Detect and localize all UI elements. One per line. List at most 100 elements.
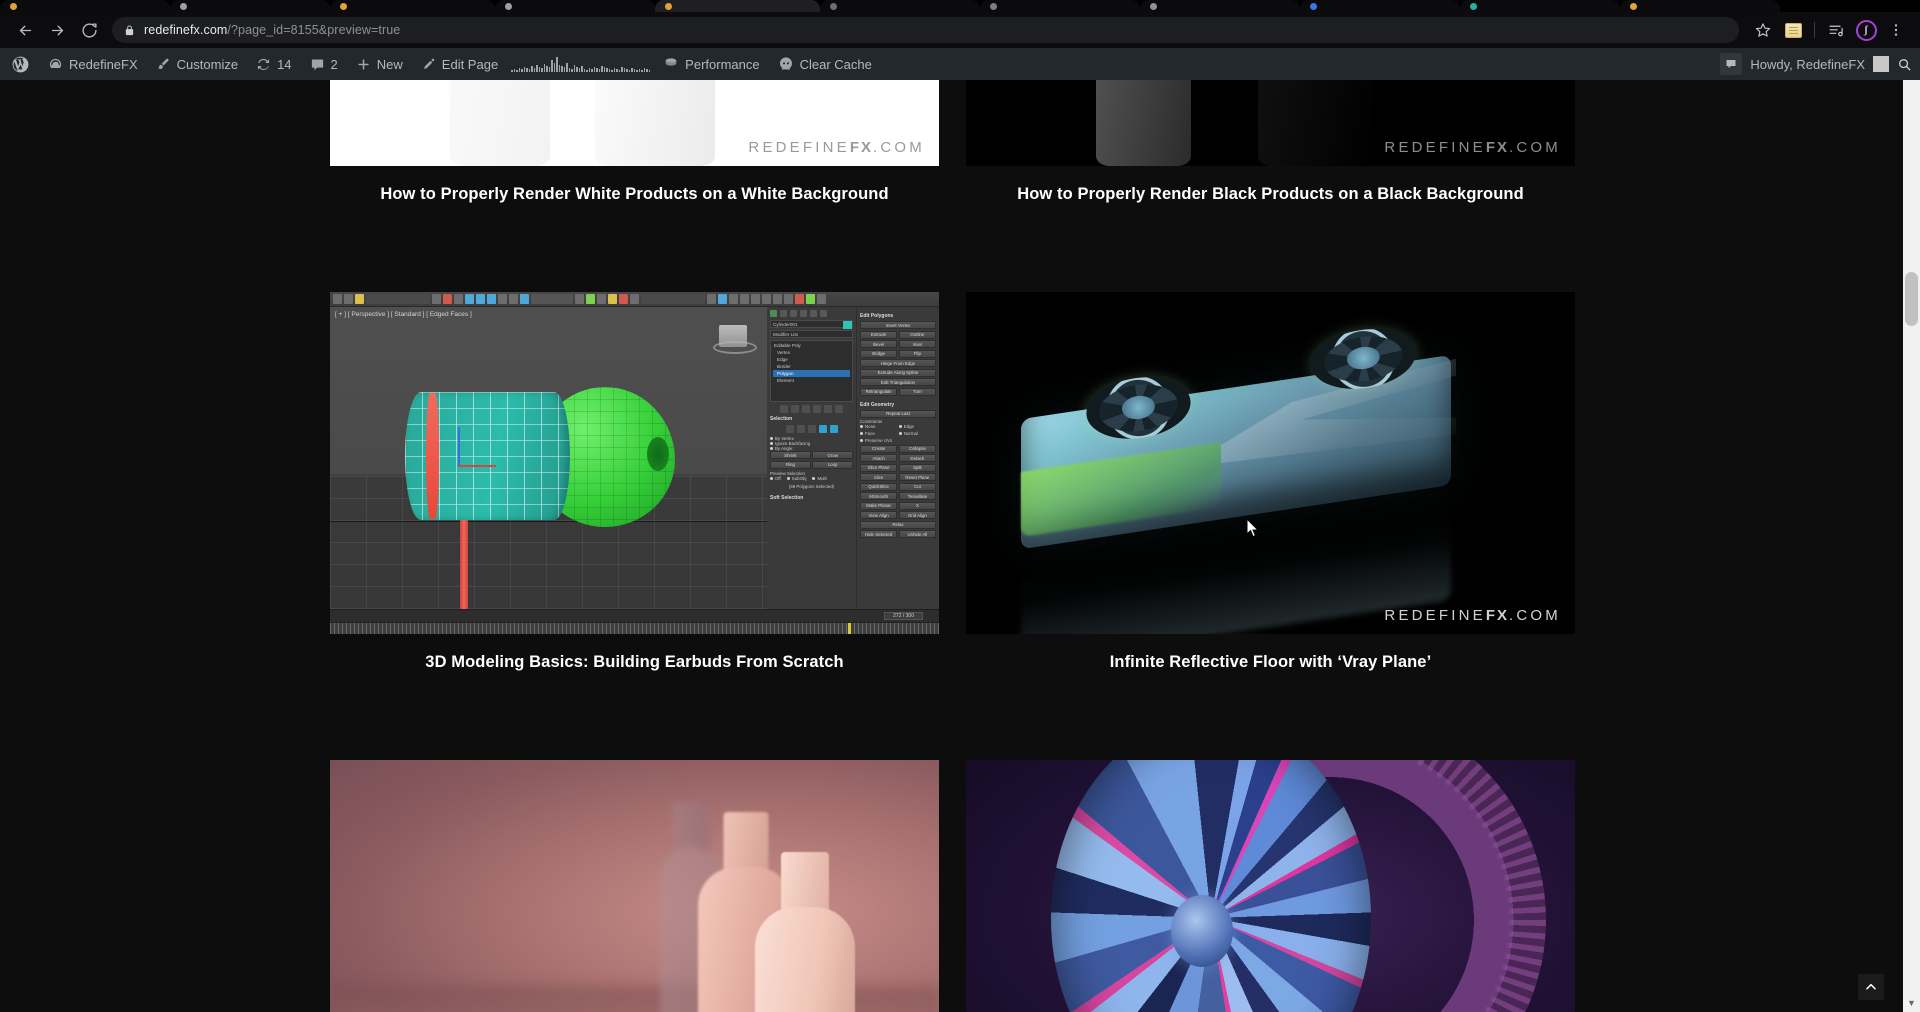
stack-item-selected[interactable]: Polygon <box>773 370 850 377</box>
car-wheel-render-thumbnail[interactable]: REDEFINEFX.COM <box>966 760 1575 1012</box>
edit-geometry-rollout-title[interactable]: Edit Geometry <box>860 402 936 408</box>
browser-tab[interactable] <box>330 0 495 12</box>
browser-tab[interactable] <box>495 0 655 12</box>
browser-tab[interactable] <box>1140 0 1300 12</box>
quickslice-button[interactable]: QuickSlice <box>860 482 898 491</box>
white-product-render-thumbnail[interactable]: REDEFINEFX.COM <box>330 80 939 166</box>
reset-plane-button[interactable]: Reset Plane <box>898 473 936 481</box>
address-bar[interactable]: redefinefx.com/?page_id=8155&preview=tru… <box>112 17 1739 43</box>
edit-panel-column[interactable]: Edit Polygons Insert Vertex Extrude Outl… <box>857 307 939 609</box>
inset-button[interactable]: Inset <box>898 340 936 348</box>
grow-button[interactable]: Grow <box>812 451 853 459</box>
bridge-button[interactable]: Bridge <box>860 349 898 358</box>
collapse-button[interactable]: Collapse <box>898 444 936 453</box>
card-title[interactable]: 3D Modeling Basics: Building Earbuds Fro… <box>330 634 939 672</box>
create-button[interactable]: Create <box>860 444 898 453</box>
gpu-render-thumbnail[interactable]: REDEFINEFX.COM <box>966 292 1575 634</box>
insert-vertex-row[interactable]: Insert Vertex <box>860 321 936 329</box>
stack-tool-icons[interactable] <box>770 405 853 413</box>
edit-polygons-rollout-title[interactable]: Edit Polygons <box>860 313 936 319</box>
relax-row[interactable]: Relax <box>860 520 936 529</box>
browser-tab[interactable] <box>980 0 1140 12</box>
browser-menu-icon[interactable] <box>1882 16 1910 44</box>
current-frame-indicator[interactable]: 272 / 300 <box>884 612 923 620</box>
card-white-products[interactable]: REDEFINEFX.COM How to Properly Render Wh… <box>330 80 939 204</box>
scrollbar-thumb[interactable] <box>1905 272 1918 326</box>
repeat-last-button[interactable]: Repeat Last <box>860 409 936 418</box>
wp-logo-button[interactable] <box>2 48 39 80</box>
constraints-options[interactable]: None Edge Face Normal <box>860 424 936 436</box>
3ds-max-earbud-modeling-thumbnail[interactable]: [ + ] [ Perspective ] [ Standard ] [ Edg… <box>330 292 939 634</box>
selection-rollout-title[interactable]: Selection <box>770 416 853 422</box>
back-button[interactable] <box>10 15 40 45</box>
admin-bar-item-performance[interactable]: Performance <box>654 48 768 80</box>
page-scrollbar[interactable]: ▼ <box>1903 80 1920 1012</box>
edit-geometry-buttons[interactable]: Create Collapse Attach Detach Slice Plan… <box>860 444 936 519</box>
shrink-button[interactable]: Shrink <box>770 451 811 459</box>
max-command-panel[interactable]: Cylinder001 Modifier List Editable Poly … <box>767 307 939 609</box>
card-title[interactable]: How to Properly Render White Products on… <box>330 166 939 204</box>
pink-bottles-render-thumbnail[interactable] <box>330 760 939 1012</box>
card-car-wheel[interactable]: REDEFINEFX.COM <box>966 760 1575 1012</box>
modifier-list-dropdown[interactable]: Modifier List <box>770 330 853 338</box>
bookmark-star-icon[interactable] <box>1749 16 1777 44</box>
card-title[interactable]: How to Properly Render Black Products on… <box>966 166 1575 204</box>
attach-button[interactable]: Attach <box>860 454 898 462</box>
constraint-edge[interactable]: Edge <box>898 424 936 429</box>
admin-bar-item-new-content[interactable]: New <box>347 48 412 80</box>
slice-plane-button[interactable]: Slice Plane <box>860 463 898 472</box>
grid-align-button[interactable]: Grid Align <box>898 511 936 519</box>
browser-tab[interactable] <box>170 0 330 12</box>
extrude-along-spline-button[interactable]: Extrude Along Spline <box>860 368 936 377</box>
query-monitor-sparkline[interactable] <box>507 56 654 72</box>
stack-item[interactable]: Vertex <box>773 349 850 356</box>
retriangulate-turn-row[interactable]: Retriangulate Turn <box>860 387 936 396</box>
admin-bar-item-edit-page[interactable]: Edit Page <box>412 48 507 80</box>
soft-selection-rollout-title[interactable]: Soft Selection <box>770 495 853 501</box>
scrollbar-down-arrow[interactable]: ▼ <box>1903 996 1920 1010</box>
extrude-button[interactable]: Extrude <box>860 330 898 339</box>
hinge-extrude-rows[interactable]: Hinge From Edge Extrude Along Spline Edi… <box>860 359 936 386</box>
timeline-playhead[interactable] <box>847 623 851 634</box>
ring-button[interactable]: Ring <box>770 460 811 469</box>
slice-button[interactable]: Slice <box>860 473 898 481</box>
object-name-field[interactable]: Cylinder001 <box>770 320 853 329</box>
admin-bar-item-clear-cache[interactable]: Clear Cache <box>769 48 881 80</box>
browser-tab[interactable] <box>1620 0 1780 12</box>
hinge-from-edge-button[interactable]: Hinge From Edge <box>860 359 936 367</box>
hide-selected-button[interactable]: Hide Selected <box>860 530 898 538</box>
make-planar-button[interactable]: Make Planar <box>860 501 898 510</box>
card-pink-bottles[interactable] <box>330 760 939 1012</box>
admin-bar-item-comments[interactable]: 2 <box>301 48 347 80</box>
black-product-render-thumbnail[interactable]: REDEFINEFX.COM <box>966 80 1575 166</box>
max-main-toolbar[interactable] <box>330 292 939 307</box>
max-time-bar[interactable]: 272 / 300 <box>330 609 939 622</box>
stack-item[interactable]: Element <box>773 377 850 384</box>
constraint-none[interactable]: None <box>860 424 897 429</box>
max-timeline-track[interactable] <box>330 622 939 634</box>
browser-tab[interactable] <box>655 0 820 12</box>
view-align-button[interactable]: View Align <box>860 511 898 519</box>
browser-tab[interactable] <box>1460 0 1620 12</box>
card-black-products[interactable]: REDEFINEFX.COM How to Properly Render Bl… <box>966 80 1575 204</box>
browser-tab[interactable] <box>1300 0 1460 12</box>
max-perspective-viewport[interactable]: [ + ] [ Perspective ] [ Standard ] [ Edg… <box>330 307 767 613</box>
split-button[interactable]: Split <box>898 463 936 472</box>
reload-button[interactable] <box>74 15 104 45</box>
edit-triangulation-button[interactable]: Edit Triangulation <box>860 378 936 386</box>
card-title[interactable]: Infinite Reflective Floor with ‘Vray Pla… <box>966 634 1575 672</box>
tab-strip[interactable] <box>0 0 1920 12</box>
object-color-swatch[interactable] <box>843 321 852 329</box>
edit-polygons-buttons[interactable]: Extrude Outline Bevel Inset Bridge Flip <box>860 330 936 358</box>
stack-item[interactable]: Editable Poly <box>773 342 850 349</box>
profile-avatar-icon[interactable]: ʃ <box>1852 16 1880 44</box>
hide-unhide-row[interactable]: Hide Selected Unhide All <box>860 530 936 538</box>
insert-vertex-button[interactable]: Insert Vertex <box>860 321 936 329</box>
constraint-normal[interactable]: Normal <box>898 431 936 436</box>
admin-bar-item-customize[interactable]: Customize <box>147 48 247 80</box>
speech-bubble-icon[interactable] <box>1720 53 1743 75</box>
tessellate-button[interactable]: Tessellate <box>898 492 936 500</box>
loop-button[interactable]: Loop <box>812 460 853 469</box>
stack-item[interactable]: Edge <box>773 356 850 363</box>
admin-bar-item-updates[interactable]: 14 <box>247 48 300 80</box>
